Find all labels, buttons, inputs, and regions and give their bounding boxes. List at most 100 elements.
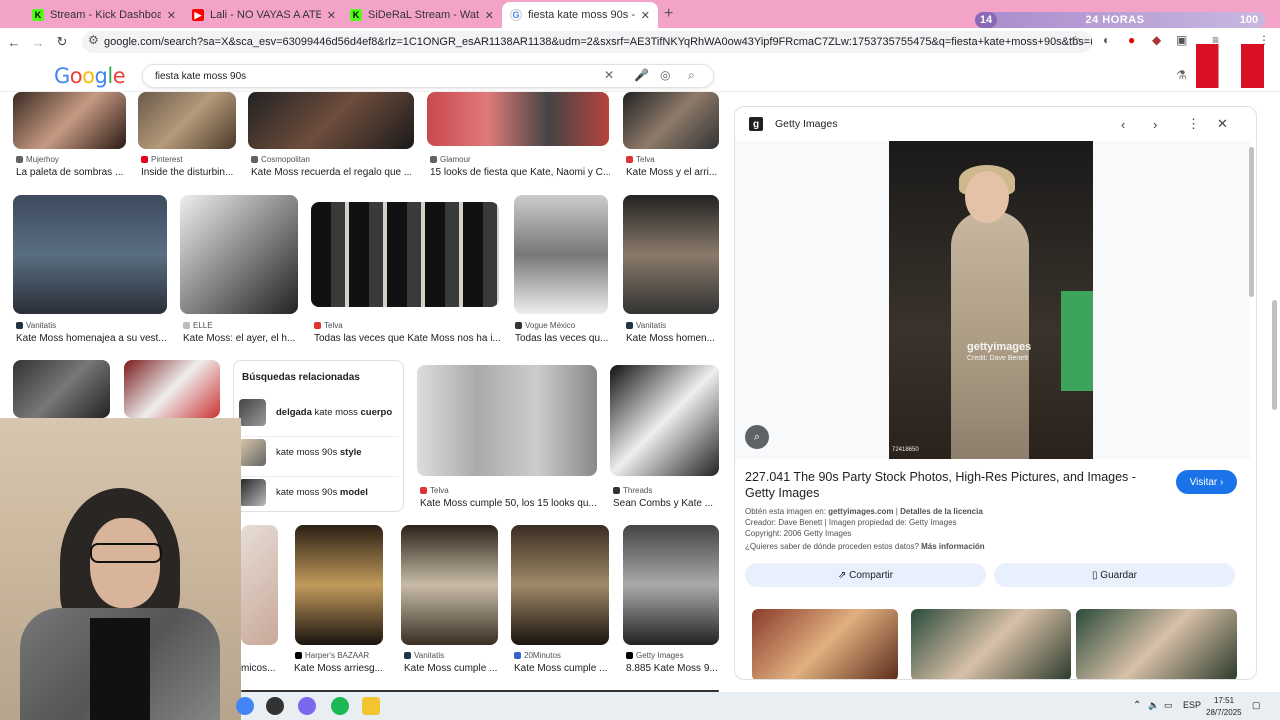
result-source[interactable]: Telva <box>420 486 449 495</box>
preview-image[interactable]: gettyimages Credit: Dave Benett 72418650 <box>889 141 1093 459</box>
result-caption[interactable]: Todas las veces qu... <box>515 333 609 344</box>
result-caption[interactable]: micos... <box>241 663 281 674</box>
network-icon[interactable]: ▭ <box>1164 700 1173 711</box>
result-caption[interactable]: Inside the disturbin... <box>141 167 237 178</box>
result-caption[interactable]: La paleta de sombras ... <box>16 167 128 178</box>
reload-icon[interactable]: ↻ <box>50 34 74 50</box>
result-image[interactable] <box>623 525 719 645</box>
result-caption[interactable]: Kate Moss y el arri... <box>626 167 720 178</box>
result-caption[interactable]: Todas las veces que Kate Moss nos ha i..… <box>314 333 500 344</box>
result-caption[interactable]: Sean Combs y Kate ... <box>613 498 719 509</box>
result-image[interactable] <box>311 202 499 307</box>
close-panel-icon[interactable]: ✕ <box>1217 116 1228 132</box>
clear-search-icon[interactable]: ✕ <box>604 68 614 82</box>
result-source[interactable]: Cosmopolitan <box>251 155 310 164</box>
new-tab-button[interactable]: + <box>664 5 673 23</box>
related-thumbnail[interactable] <box>752 609 898 679</box>
result-image[interactable] <box>511 525 609 645</box>
result-source[interactable]: Glamour <box>430 155 471 164</box>
lens-search-icon[interactable]: ⌕ <box>745 425 769 449</box>
result-image[interactable] <box>13 92 126 149</box>
chevron-up-icon[interactable]: ⌃ <box>1133 700 1141 711</box>
site-info-icon[interactable]: ⚙ <box>88 33 99 47</box>
save-button[interactable]: ▯ Guardar <box>994 563 1235 587</box>
result-source[interactable]: Telva <box>314 321 343 330</box>
search-input[interactable]: fiesta kate moss 90s <box>142 64 714 88</box>
result-source[interactable]: Vanitatis <box>626 321 666 330</box>
google-logo[interactable]: Google <box>54 64 126 88</box>
result-source[interactable]: Vanitatis <box>404 651 444 660</box>
result-caption[interactable]: Kate Moss homen... <box>626 333 720 344</box>
result-source[interactable]: Threads <box>613 486 652 495</box>
tab-sideral-stream[interactable]: K SiDeRaL Stream - Watch Live o ✕ <box>342 2 502 28</box>
result-source[interactable]: Getty Images <box>626 651 684 660</box>
result-image[interactable] <box>623 195 719 314</box>
bookmark-star-icon[interactable]: ☆ <box>1070 33 1081 47</box>
result-caption[interactable]: Kate Moss: el ayer, el h... <box>183 333 297 344</box>
result-image[interactable] <box>248 92 414 149</box>
tab-youtube-lali[interactable]: ▶ Lali - NO VAYAS A ATENDER CU ✕ <box>184 2 344 28</box>
tab-google-search[interactable]: G fiesta kate moss 90s - Buscar c ✕ <box>502 2 658 28</box>
related-search-item[interactable]: kate moss 90s model <box>239 476 399 508</box>
discord-icon[interactable] <box>298 697 316 715</box>
result-caption[interactable]: 15 looks de fiesta que Kate, Naomi y C..… <box>430 167 610 178</box>
page-scrollbar[interactable] <box>1272 300 1277 410</box>
visit-button[interactable]: Visitar › <box>1176 470 1237 494</box>
speaker-icon[interactable]: 🔈 <box>1148 700 1159 711</box>
spotify-icon[interactable] <box>331 697 349 715</box>
language-indicator[interactable]: ESP <box>1183 700 1201 710</box>
clock-time[interactable]: 17:51 <box>1214 696 1234 705</box>
extension-shield-icon[interactable]: ◆ <box>1152 33 1161 47</box>
adblock-icon[interactable]: ● <box>1128 33 1135 47</box>
result-image[interactable] <box>417 365 597 476</box>
next-image-icon[interactable]: › <box>1153 117 1157 132</box>
result-image[interactable] <box>295 525 383 645</box>
search-icon[interactable]: ⌕ <box>688 68 695 83</box>
related-search-item[interactable]: kate moss 90s style <box>239 436 399 468</box>
result-image[interactable] <box>13 360 110 418</box>
panel-scrollbar[interactable] <box>1249 147 1254 297</box>
extensions-puzzle-icon[interactable]: ▣ <box>1176 33 1187 47</box>
result-caption[interactable]: Kate Moss cumple 50, los 15 looks qu... <box>420 498 598 509</box>
related-thumbnail[interactable] <box>911 609 1071 679</box>
result-image[interactable] <box>514 195 608 314</box>
tab-kick-dashboard[interactable]: K Stream - Kick Dashboard ✕ <box>24 2 184 28</box>
related-thumbnail[interactable] <box>1076 609 1237 679</box>
close-tab-icon[interactable]: ✕ <box>327 9 336 22</box>
close-tab-icon[interactable]: ✕ <box>167 9 176 22</box>
result-caption[interactable]: Kate Moss cumple ... <box>404 663 500 674</box>
address-bar[interactable]: google.com/search?sa=X&sca_esv=63099446d… <box>82 31 1092 53</box>
labs-flask-icon[interactable]: ⚗ <box>1176 68 1187 82</box>
result-source[interactable]: ELLE <box>183 321 213 330</box>
result-source[interactable]: Telva <box>626 155 655 164</box>
result-image[interactable] <box>427 92 609 146</box>
result-source[interactable]: Vanitatis <box>16 321 56 330</box>
share-button[interactable]: ⇗ Compartir <box>745 563 986 587</box>
preview-title[interactable]: 227.041 The 90s Party Stock Photos, High… <box>745 469 1165 501</box>
lens-icon[interactable]: ◎ <box>660 68 670 82</box>
result-image[interactable] <box>241 525 278 645</box>
result-image[interactable] <box>180 195 298 314</box>
file-explorer-icon[interactable] <box>362 697 380 715</box>
result-caption[interactable]: 8.885 Kate Moss 9... <box>626 663 720 674</box>
chrome-icon[interactable] <box>236 697 254 715</box>
result-image[interactable] <box>13 195 167 314</box>
result-caption[interactable]: Kate Moss recuerda el regalo que ... <box>251 167 411 178</box>
clock-date[interactable]: 28/7/2025 <box>1206 708 1242 717</box>
result-caption[interactable]: Kate Moss arriesg... <box>294 663 382 674</box>
result-image[interactable] <box>138 92 236 149</box>
more-options-icon[interactable]: ⋮ <box>1187 116 1200 132</box>
close-tab-icon[interactable]: ✕ <box>641 9 650 22</box>
result-source[interactable]: Pinterest <box>141 155 183 164</box>
obs-icon[interactable] <box>266 697 284 715</box>
close-tab-icon[interactable]: ✕ <box>485 9 494 22</box>
result-source[interactable]: Mujerhoy <box>16 155 59 164</box>
result-image[interactable] <box>124 360 220 418</box>
back-arrow-icon[interactable]: ← <box>2 35 26 50</box>
extension-icon[interactable]: ◐ <box>1103 33 1110 47</box>
result-caption[interactable]: Kate Moss homenajea a su vest... <box>16 333 168 344</box>
result-source[interactable]: Harper's BAZAAR <box>295 651 369 660</box>
result-source[interactable]: 20Minutos <box>514 651 561 660</box>
microphone-icon[interactable]: 🎤 <box>634 68 649 82</box>
result-image[interactable] <box>623 92 719 149</box>
